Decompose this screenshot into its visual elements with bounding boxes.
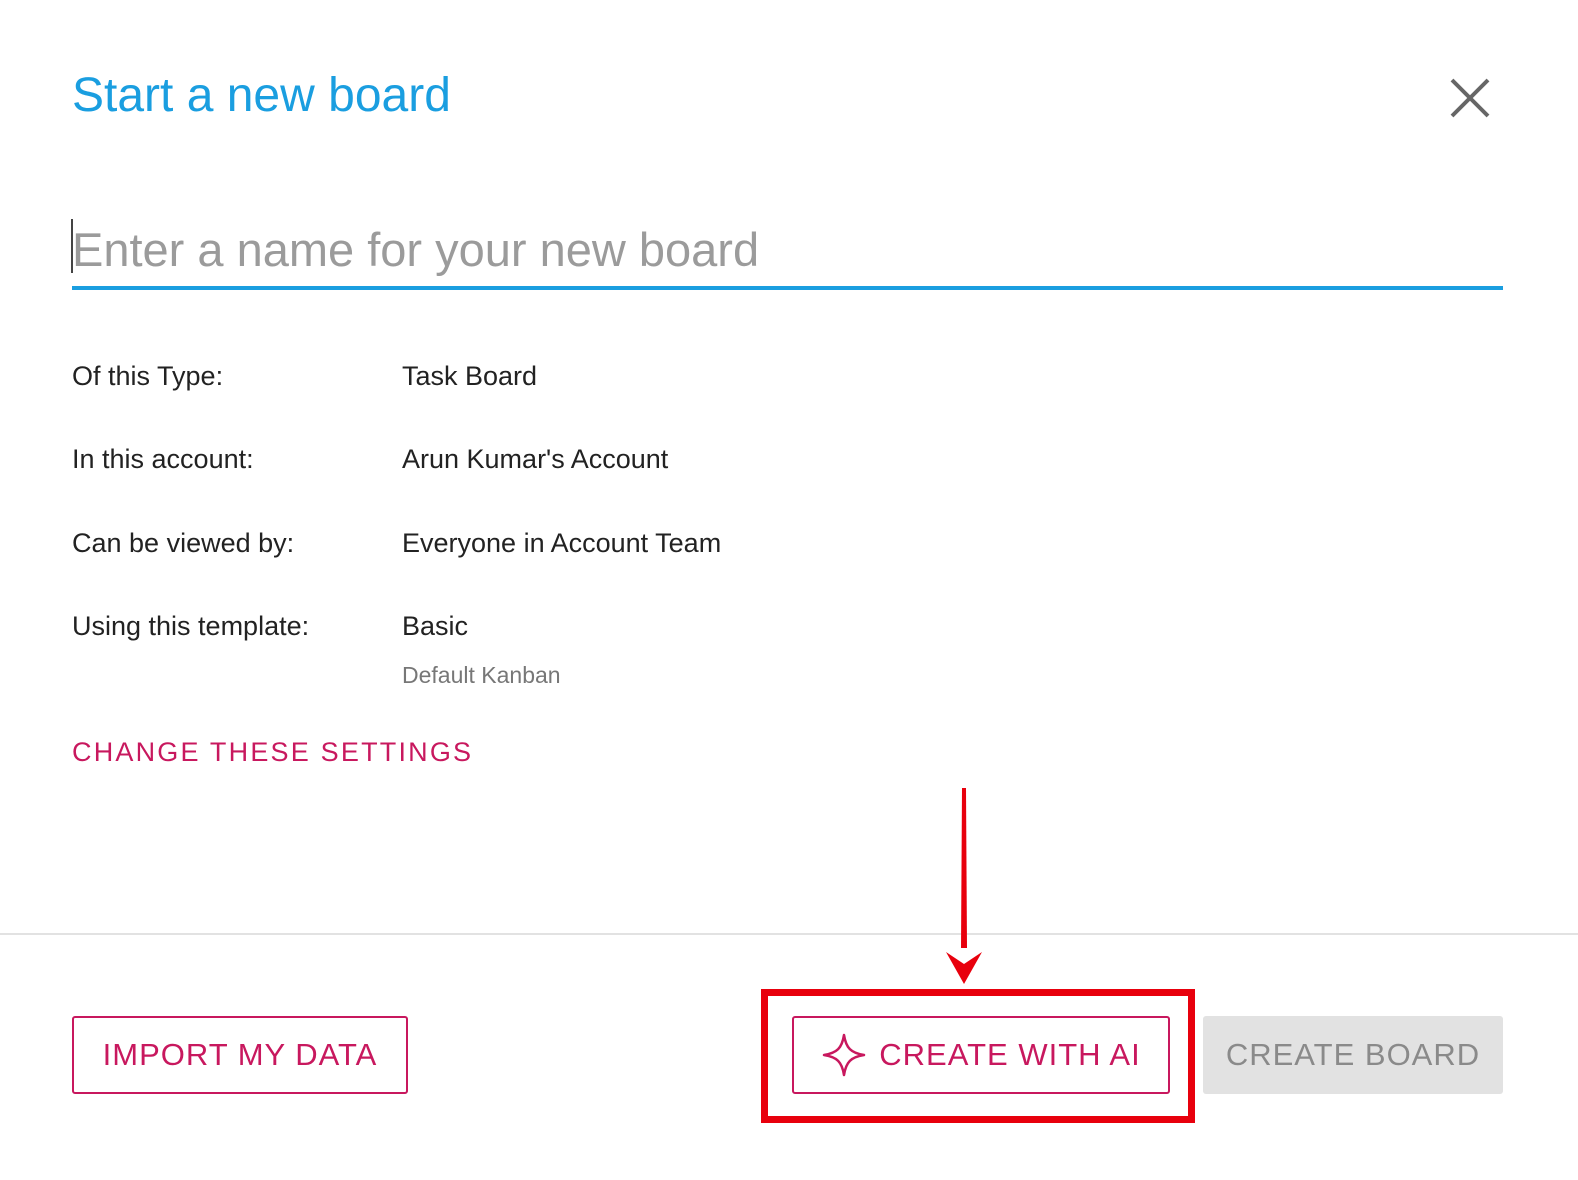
create-board-button[interactable]: CREATE BOARD bbox=[1203, 1016, 1503, 1094]
import-data-label: IMPORT MY DATA bbox=[102, 1037, 378, 1072]
visibility-label: Can be viewed by: bbox=[72, 528, 295, 558]
template-description: Default Kanban bbox=[402, 662, 561, 688]
create-board-label: CREATE BOARD bbox=[1225, 1037, 1481, 1072]
annotation-arrow bbox=[946, 788, 982, 984]
template-value: Basic bbox=[402, 611, 469, 641]
import-data-button[interactable]: IMPORT MY DATA bbox=[72, 1016, 408, 1094]
text-caret bbox=[71, 219, 73, 273]
visibility-value: Everyone in Account Team bbox=[402, 528, 722, 558]
footer-divider bbox=[0, 933, 1578, 935]
dialog-title: Start a new board bbox=[72, 69, 451, 122]
account-value: Arun Kumar's Account bbox=[402, 444, 669, 474]
close-icon bbox=[1450, 78, 1490, 118]
change-settings-link[interactable]: CHANGE THESE SETTINGS bbox=[72, 735, 473, 769]
board-name-input[interactable] bbox=[72, 212, 1503, 290]
annotation-highlight-box bbox=[761, 989, 1195, 1123]
template-label: Using this template: bbox=[72, 611, 310, 641]
account-label: In this account: bbox=[72, 444, 254, 474]
type-label: Of this Type: bbox=[72, 361, 224, 391]
type-value: Task Board bbox=[402, 361, 538, 391]
close-button[interactable] bbox=[1444, 72, 1496, 124]
